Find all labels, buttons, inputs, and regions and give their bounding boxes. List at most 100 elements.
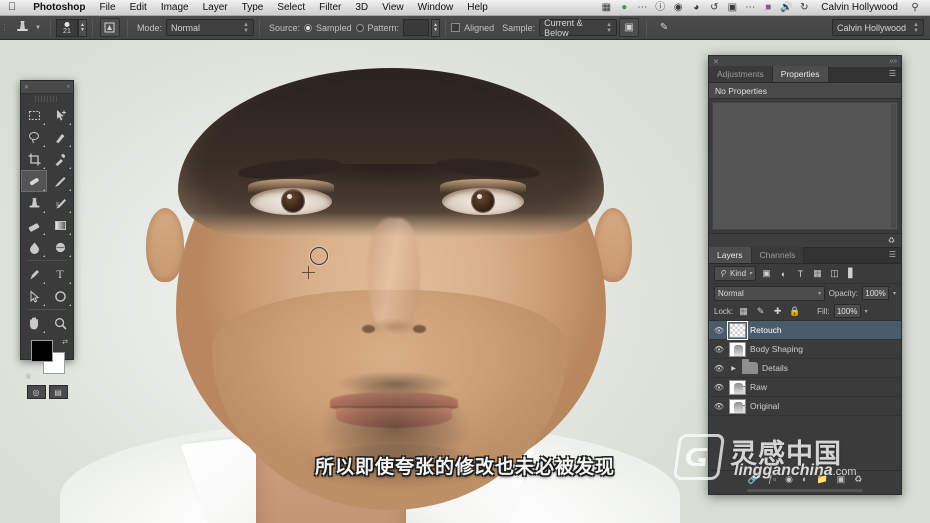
crop-tool[interactable] (21, 148, 47, 170)
layer-visibility-icon[interactable]: 👁 (713, 345, 725, 354)
layer-mask-icon[interactable]: ◉ (785, 474, 793, 485)
menu-type[interactable]: Type (235, 0, 271, 16)
layer-name[interactable]: Raw (750, 382, 767, 392)
sample-select[interactable]: Current & Below ▲ ▼ (539, 18, 618, 38)
sampled-radio[interactable] (304, 23, 312, 32)
type-layer-icon[interactable]: T (794, 269, 807, 279)
search-icon[interactable]: ⚲ (906, 0, 924, 16)
table-row[interactable]: 👁 Original (709, 397, 901, 416)
tab-properties[interactable]: Properties (772, 66, 829, 82)
menu-layer[interactable]: Layer (196, 0, 235, 16)
display-icon[interactable]: ▣ (723, 0, 741, 16)
blend-mode-select[interactable]: Normal ▲ ▼ (165, 19, 254, 36)
volume-icon[interactable]: 🔊 (777, 0, 795, 16)
menubar-user-name[interactable]: Calvin Hollywood (813, 2, 906, 13)
lock-image-icon[interactable]: ✎ (754, 306, 767, 317)
tab-channels[interactable]: Channels (751, 247, 805, 263)
menu-photoshop[interactable]: Photoshop (26, 0, 92, 16)
zoom-tool[interactable] (47, 312, 73, 334)
menu-file[interactable]: File (92, 0, 122, 16)
new-group-icon[interactable]: 📁 (816, 474, 827, 485)
link-layers-icon[interactable]: 🔗 (748, 474, 759, 485)
pattern-radio[interactable] (355, 23, 364, 32)
layer-thumbnail[interactable] (727, 321, 748, 340)
layer-blend-mode-select[interactable]: Normal ▾ (714, 285, 825, 301)
eyedropper-tool[interactable] (47, 148, 73, 170)
workspace-select[interactable]: Calvin Hollywood ▲ ▼ (832, 19, 924, 36)
quick-selection-tool[interactable] (47, 126, 73, 148)
shape-layer-icon[interactable]: ▦ (811, 268, 824, 279)
airbrush-icon[interactable]: ✎ (654, 18, 674, 37)
swap-colors-icon[interactable]: ⇄ (62, 338, 68, 346)
filter-toggle-icon[interactable]: ▋ (845, 268, 858, 279)
layer-name[interactable]: Body Shaping (750, 344, 803, 354)
clone-stamp-icon[interactable] (9, 18, 35, 38)
table-row[interactable]: 👁 Raw (709, 378, 901, 397)
layer-group-icon[interactable] (742, 359, 758, 374)
blur-tool[interactable] (21, 236, 47, 258)
table-row[interactable]: 👁 Retouch (709, 321, 901, 340)
layer-name[interactable]: Retouch (750, 325, 782, 335)
history-brush-tool[interactable] (47, 192, 73, 214)
adjustment-layer-icon[interactable]: ◐ (802, 474, 807, 484)
sync-icon[interactable]: ↻ (795, 0, 813, 16)
tools-panel-titlebar[interactable]: ✕ « (21, 81, 73, 94)
layer-visibility-icon[interactable]: 👁 (713, 326, 725, 335)
layer-thumbnail[interactable] (729, 398, 746, 414)
aligned-checkbox[interactable] (451, 23, 461, 32)
adjustment-layer-icon[interactable]: ◐ (777, 269, 790, 279)
table-row[interactable]: 👁 Body Shaping (709, 340, 901, 359)
layer-thumbnail[interactable] (729, 341, 746, 357)
default-colors-icon[interactable]: ▣ (25, 372, 32, 380)
timemachine-icon[interactable]: ↺ (705, 0, 723, 16)
lock-position-icon[interactable]: ✚ (771, 306, 784, 317)
smart-object-icon[interactable]: ◫ (828, 268, 841, 279)
opacity-value[interactable]: 100% (861, 286, 889, 300)
bluetooth-icon[interactable]: ◉ (669, 0, 687, 16)
dock-bottom-scrollbar[interactable] (709, 487, 901, 494)
pattern-stepper[interactable]: ▲ ▼ (431, 18, 441, 37)
layer-name[interactable]: Details (762, 363, 788, 373)
opacity-chevron-icon[interactable]: ▾ (893, 290, 896, 297)
healing-brush-tool[interactable] (21, 170, 47, 192)
quick-mask-icon[interactable]: ◎ (26, 385, 46, 399)
dodge-tool[interactable] (47, 236, 73, 258)
table-row[interactable]: 👁 ▶ Details (709, 359, 901, 378)
dropbox-icon[interactable]: ● (615, 0, 633, 16)
brush-preset-stepper[interactable]: ▲ ▼ (77, 18, 87, 37)
options-bar-grip[interactable]: ⋮ (0, 16, 9, 40)
layer-list[interactable]: 👁 Retouch 👁 Body Shaping 👁 ▶ Details 👁 R… (709, 320, 901, 470)
tools-panel[interactable]: ✕ « T ⇄ ▣ ◎ ▤ (20, 80, 74, 399)
menu-window[interactable]: Window (411, 0, 461, 16)
lasso-tool[interactable] (21, 126, 47, 148)
fill-value[interactable]: 100% (833, 304, 861, 318)
layer-visibility-icon[interactable]: 👁 (713, 364, 725, 373)
type-tool[interactable]: T (47, 263, 73, 285)
menu-3d[interactable]: 3D (348, 0, 375, 16)
hand-tool[interactable] (21, 312, 47, 334)
flag-icon[interactable]: ■ (759, 0, 777, 16)
pixel-layer-icon[interactable]: ▣ (760, 268, 773, 279)
properties-scrollbar[interactable] (891, 104, 896, 228)
pen-tool[interactable] (21, 263, 47, 285)
screen-mode-icon[interactable]: ▤ (48, 385, 68, 399)
panel-menu-icon[interactable]: ☰ (889, 247, 901, 263)
gradient-tool[interactable] (47, 214, 73, 236)
delete-layer-icon[interactable]: ♻ (854, 474, 862, 485)
expand-icon[interactable]: « (67, 84, 70, 90)
new-layer-icon[interactable]: ▣ (837, 474, 846, 485)
tools-panel-grip[interactable] (35, 96, 59, 102)
ellipsis-icon[interactable]: ⋯ (633, 0, 651, 16)
menu-help[interactable]: Help (460, 0, 495, 16)
chevron-right-icon[interactable]: ▶ (729, 365, 738, 372)
foreground-color-swatch[interactable] (31, 340, 53, 362)
shape-tool[interactable] (47, 285, 73, 307)
apple-icon[interactable]:  (0, 2, 26, 13)
alert-icon[interactable]: ⓘ (651, 0, 669, 16)
close-icon[interactable]: ✕ (24, 84, 29, 91)
move-tool[interactable] (47, 104, 73, 126)
lock-all-icon[interactable]: 🔒 (788, 306, 801, 317)
pattern-swatch[interactable] (403, 19, 430, 36)
layer-name[interactable]: Original (750, 401, 779, 411)
fill-chevron-icon[interactable]: ▾ (865, 308, 868, 315)
